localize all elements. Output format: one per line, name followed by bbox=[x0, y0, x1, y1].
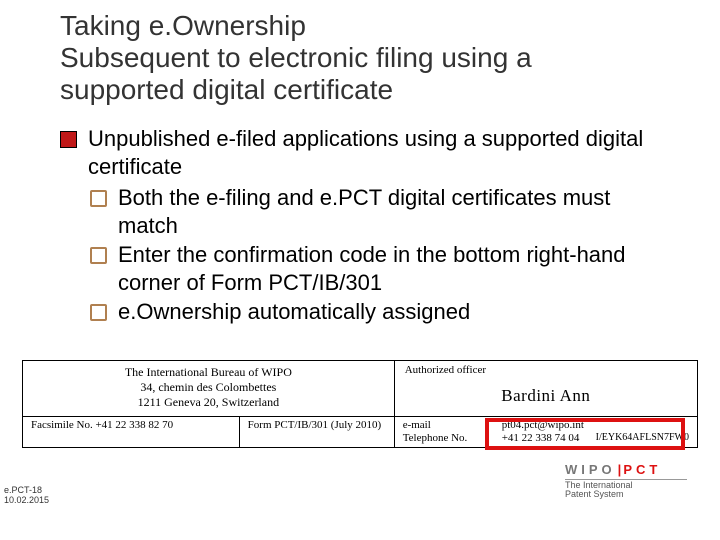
footer-meta: e.PCT-18 10.02.2015 bbox=[4, 486, 49, 506]
body-content: Unpublished e-filed applications using a… bbox=[60, 125, 670, 328]
authorized-officer-box: Authorized officer Bardini Ann bbox=[394, 361, 697, 416]
contact-cell: e-mailpt04.pct@wipo.int Telephone No.+41… bbox=[394, 417, 697, 448]
slide-title: Taking e.Ownership Subsequent to electro… bbox=[60, 10, 660, 107]
bullet-level1: Unpublished e-filed applications using a… bbox=[60, 125, 670, 180]
form-id-cell: Form PCT/IB/301 (July 2010) bbox=[239, 417, 394, 448]
confirmation-code: I/EYK64AFLSN7FW0 bbox=[596, 432, 689, 445]
wipo-pct-brand: WIPO|PCT The InternationalPatent System bbox=[565, 462, 687, 500]
form-excerpt-image: The International Bureau of WIPO 34, che… bbox=[22, 360, 698, 448]
bureau-address: The International Bureau of WIPO 34, che… bbox=[23, 361, 394, 416]
bullet-level2: Enter the confirmation code in the botto… bbox=[60, 241, 670, 296]
bullet-level2: Both the e-filing and e.PCT digital cert… bbox=[60, 184, 670, 239]
bullet-level2: e.Ownership automatically assigned bbox=[60, 298, 670, 326]
fax-cell: Facsimile No. +41 22 338 82 70 bbox=[23, 417, 239, 448]
